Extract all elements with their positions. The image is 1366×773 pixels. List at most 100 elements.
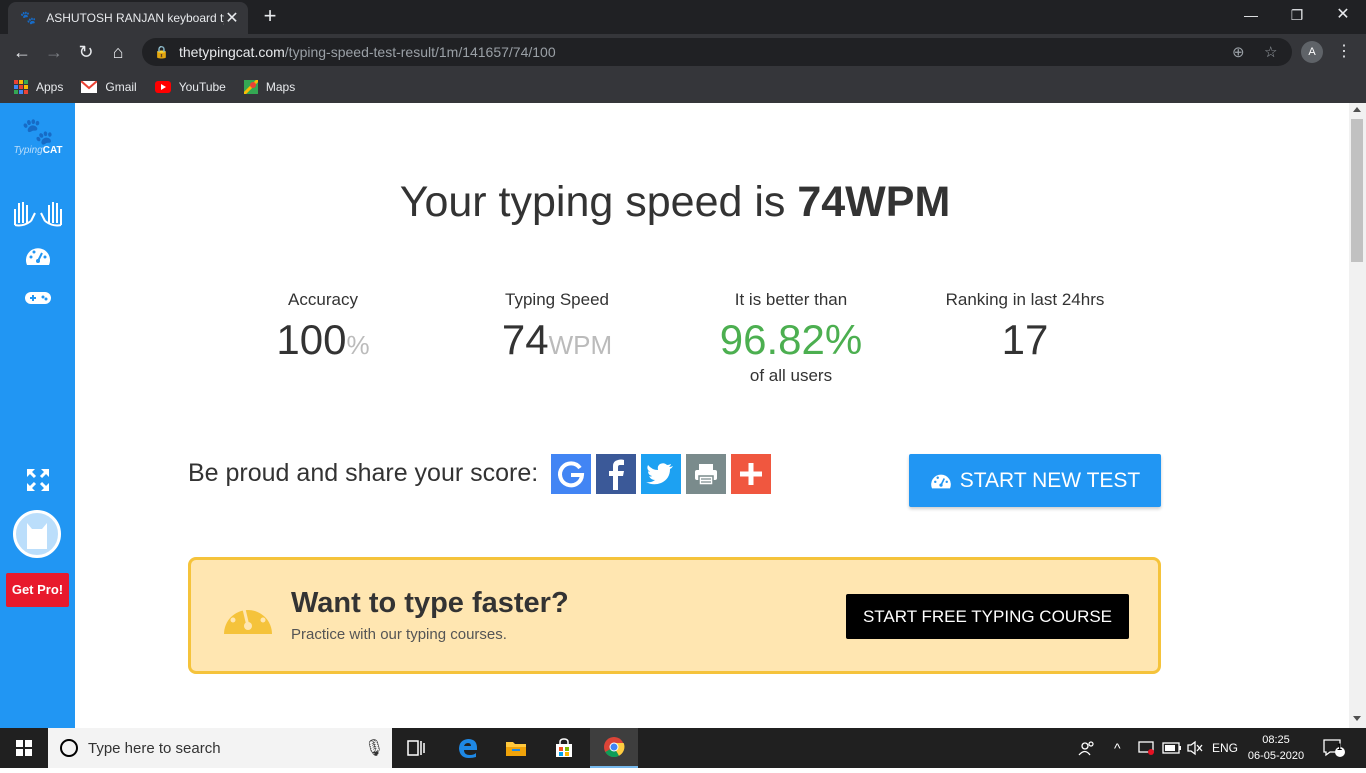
edge-browser-icon[interactable] <box>444 728 492 768</box>
typingcat-logo[interactable]: 🐾 TypingCAT <box>8 117 68 156</box>
windows-taskbar: Type here to search 🎙 ^ ENG 08:25 06-05-… <box>0 728 1366 768</box>
windows-logo-icon <box>16 740 32 756</box>
maps-icon <box>243 79 258 94</box>
bookmark-gmail[interactable]: Gmail <box>81 79 137 94</box>
bookmark-star-icon[interactable]: ☆ <box>1264 43 1277 61</box>
close-window-button[interactable]: ✕ <box>1320 0 1366 30</box>
share-more-button[interactable] <box>731 454 771 494</box>
gmail-icon <box>81 80 98 93</box>
volume-muted-icon[interactable] <box>1186 728 1204 768</box>
scrollbar-thumb[interactable] <box>1351 119 1363 262</box>
battery-icon[interactable] <box>1162 728 1182 768</box>
stat-value: 17 <box>1001 316 1049 363</box>
microphone-icon[interactable]: 🎙 <box>364 738 384 758</box>
paw-icon: 🐾 <box>20 10 37 25</box>
taskbar-search-placeholder: Type here to search <box>88 739 221 757</box>
share-twitter-button[interactable] <box>641 454 681 494</box>
paw-logo-icon: 🐾 <box>21 116 55 146</box>
promo-subtitle: Practice with our typing courses. <box>291 626 507 643</box>
result-headline: Your typing speed is 74WPM <box>75 178 1275 227</box>
input-language[interactable]: ENG <box>1212 728 1238 768</box>
chrome-taskbar-icon[interactable] <box>590 728 638 768</box>
people-icon[interactable] <box>1078 728 1096 768</box>
bookmark-label: Maps <box>265 79 296 94</box>
stat-unit: WPM <box>548 330 613 360</box>
bookmark-label: Gmail <box>105 79 137 94</box>
clock-date: 06-05-2020 <box>1247 750 1305 762</box>
stat-accuracy: Accuracy 100% <box>203 290 443 369</box>
share-text: Be proud and share your score: <box>188 459 539 487</box>
logo-text-typing: Typing <box>13 145 43 156</box>
store-icon[interactable] <box>540 728 588 768</box>
headline-wpm: 74WPM <box>797 178 951 226</box>
file-explorer-icon[interactable] <box>492 728 540 768</box>
back-button[interactable]: ← <box>10 40 34 64</box>
browser-chrome: 🐾 ASHUTOSH RANJAN keyboard ty ✕ + — ❐ ✕ … <box>0 0 1366 103</box>
share-google-button[interactable] <box>551 454 591 494</box>
typing-course-promo: Want to type faster? Practice with our t… <box>188 557 1161 674</box>
stat-label: Ranking in last 24hrs <box>945 290 1105 309</box>
browser-tab[interactable]: 🐾 ASHUTOSH RANJAN keyboard ty ✕ <box>8 2 248 34</box>
cat-avatar-button[interactable] <box>13 510 61 558</box>
print-icon <box>695 464 717 486</box>
start-new-test-button[interactable]: START NEW TEST <box>909 454 1161 507</box>
stat-unit: % <box>346 330 370 360</box>
network-icon[interactable] <box>1138 728 1156 768</box>
google-icon <box>558 461 585 488</box>
sidebar: 🐾 TypingCAT Get Pro! <box>0 103 75 728</box>
stat-percentile: It is better than 96.82% of all users <box>671 290 911 386</box>
reload-button[interactable]: ↻ <box>74 40 98 64</box>
home-button[interactable]: ⌂ <box>106 40 130 64</box>
task-view-icon[interactable] <box>392 728 440 768</box>
taskbar-search-box[interactable]: Type here to search 🎙 <box>48 728 392 768</box>
share-facebook-button[interactable] <box>596 454 636 494</box>
forward-button[interactable]: → <box>42 40 66 64</box>
get-pro-button[interactable]: Get Pro! <box>6 573 69 607</box>
lock-icon: 🔒 <box>154 45 169 59</box>
bookmark-youtube[interactable]: YouTube <box>154 79 226 94</box>
facebook-icon <box>609 459 624 490</box>
browser-menu-icon[interactable]: ⋮ <box>1336 40 1352 64</box>
bookmarks-bar: Apps Gmail YouTube Maps <box>0 70 1366 103</box>
zoom-icon[interactable]: ⊕ <box>1232 43 1245 61</box>
taskbar-clock[interactable]: 08:25 06-05-2020 <box>1244 732 1308 764</box>
scroll-down-arrow-icon[interactable] <box>1353 716 1361 721</box>
stat-label: Typing Speed <box>505 290 609 309</box>
minimize-button[interactable]: — <box>1228 0 1274 30</box>
stat-value: 100 <box>276 316 347 363</box>
scroll-up-arrow-icon[interactable] <box>1353 107 1361 112</box>
notification-count: 1 <box>1337 742 1343 752</box>
new-tab-button[interactable]: + <box>258 4 282 28</box>
tab-strip: 🐾 ASHUTOSH RANJAN keyboard ty ✕ + — ❐ ✕ <box>0 0 1366 34</box>
twitter-icon <box>646 463 673 485</box>
page-scrollbar[interactable] <box>1349 103 1366 728</box>
clock-time: 08:25 <box>1262 734 1290 746</box>
speedometer-icon[interactable] <box>0 245 75 272</box>
stat-ranking: Ranking in last 24hrs 17 <box>905 290 1145 364</box>
share-print-button[interactable] <box>686 454 726 494</box>
search-circle-icon <box>60 739 78 757</box>
notification-center-icon[interactable]: 1 <box>1322 728 1346 768</box>
promo-title: Want to type faster? <box>291 587 569 619</box>
plus-icon <box>740 463 762 485</box>
close-tab-icon[interactable]: ✕ <box>224 8 240 28</box>
profile-avatar[interactable]: A <box>1301 41 1323 63</box>
fullscreen-icon[interactable] <box>0 468 75 497</box>
start-free-course-button[interactable]: START FREE TYPING COURSE <box>846 594 1129 639</box>
hands-icon[interactable] <box>0 199 75 232</box>
stat-label: Accuracy <box>288 290 358 309</box>
bookmark-maps[interactable]: Maps <box>243 79 296 94</box>
browser-toolbar: ← → ↻ ⌂ 🔒 thetypingcat.com/typing-speed-… <box>0 34 1366 70</box>
tray-expand-icon[interactable]: ^ <box>1114 728 1121 768</box>
bookmark-label: YouTube <box>178 79 226 94</box>
bookmark-apps[interactable]: Apps <box>14 79 63 94</box>
gamepad-icon[interactable] <box>0 290 75 311</box>
logo-text-cat: CAT <box>42 145 63 156</box>
stat-value: 74 <box>501 316 549 363</box>
restore-button[interactable]: ❐ <box>1274 0 1320 30</box>
speedometer-icon <box>930 474 951 488</box>
cat-icon <box>27 523 47 549</box>
address-bar[interactable]: 🔒 thetypingcat.com/typing-speed-test-res… <box>142 38 1292 66</box>
windows-start-button[interactable] <box>0 728 48 768</box>
tab-title: ASHUTOSH RANJAN keyboard ty <box>46 11 224 25</box>
